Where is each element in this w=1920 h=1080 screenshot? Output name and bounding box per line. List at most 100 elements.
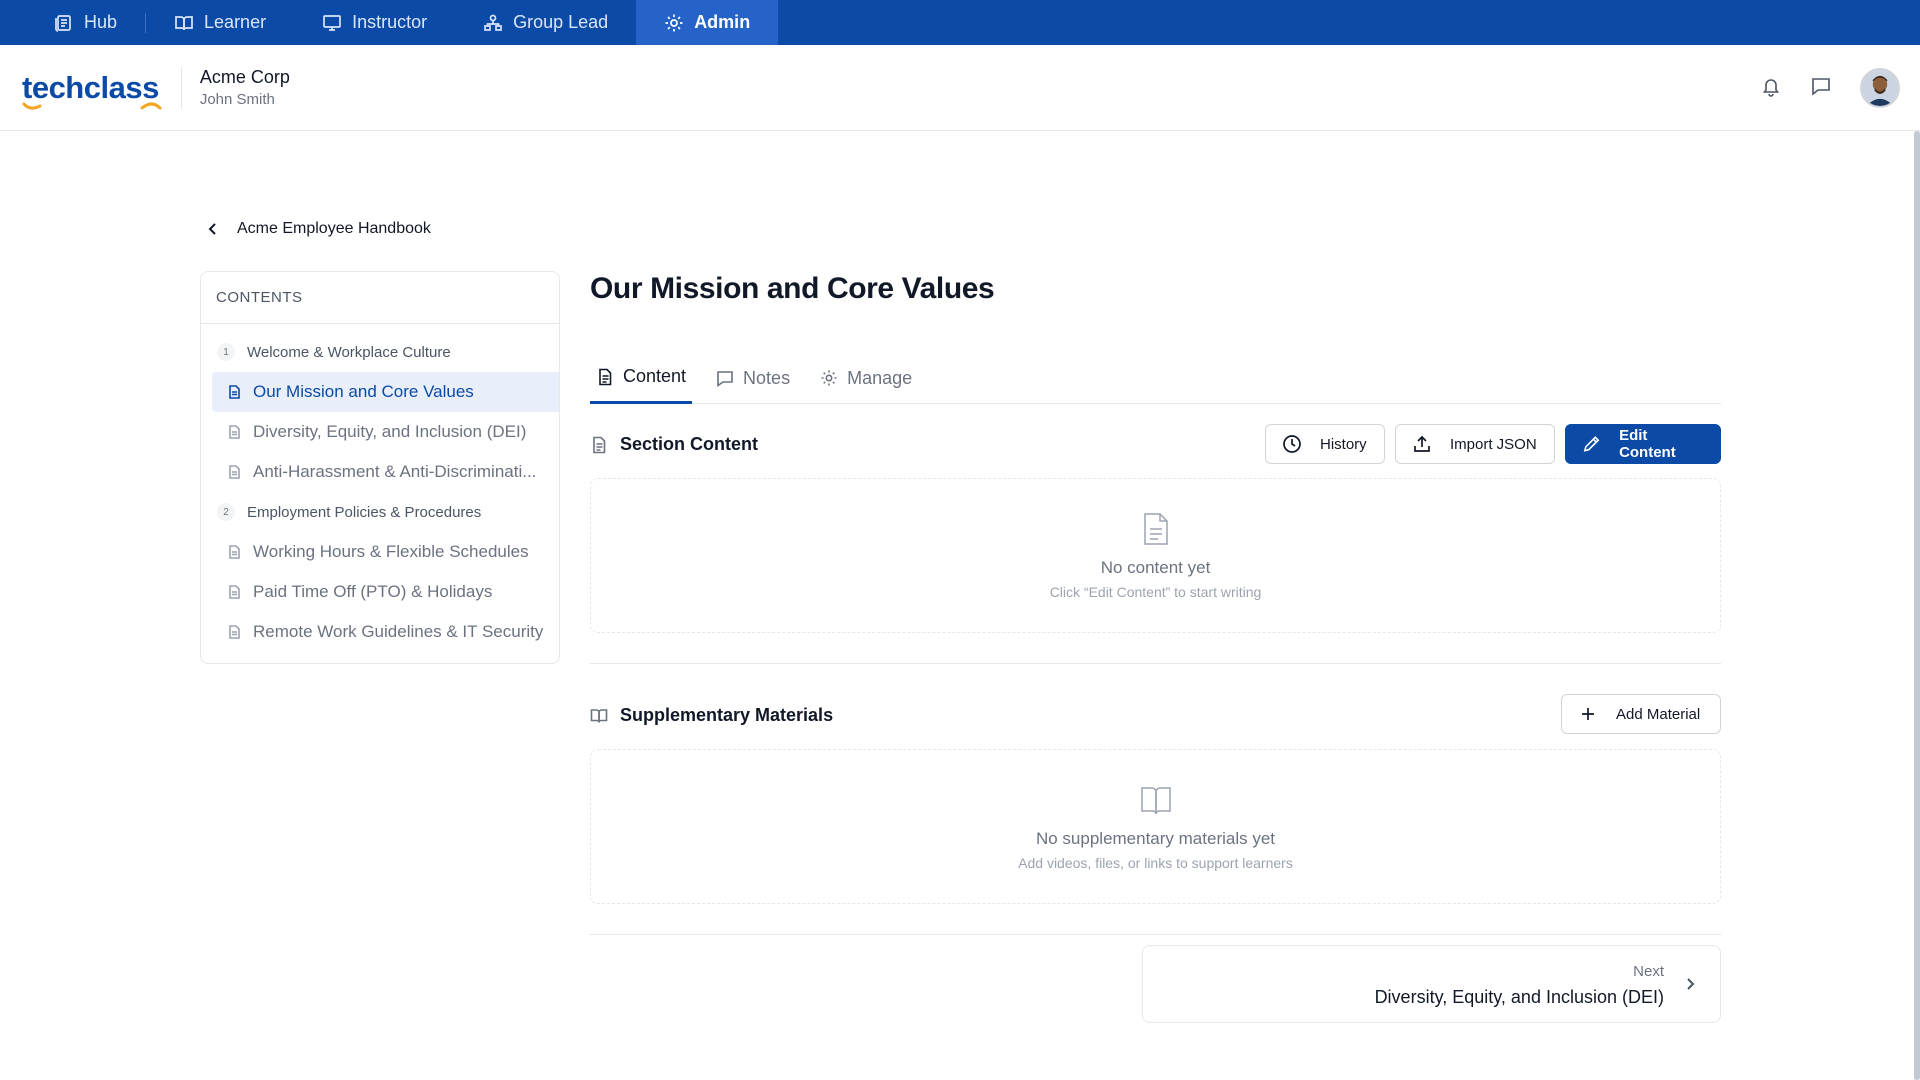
role-label: Group Lead xyxy=(513,12,609,32)
header-divider xyxy=(180,66,182,109)
toc-section-2[interactable]: 2 Employment Policies & Procedures xyxy=(201,492,559,532)
role-label: Learner xyxy=(204,12,267,32)
techclass-logo[interactable]: techclass xyxy=(22,70,162,110)
chevron-right-icon xyxy=(1687,978,1695,990)
document-icon xyxy=(229,545,240,559)
chevron-left-icon xyxy=(208,223,216,235)
app-header: techclass Acme Corp John Smith xyxy=(0,45,1920,131)
role-switcher-bar: Hub Learner Instructor Group Lead Admin xyxy=(0,0,1920,45)
section-divider xyxy=(590,663,1721,664)
toc-item-label: Anti-Harassment & Anti-Discriminati... xyxy=(253,462,537,481)
gear-icon xyxy=(665,14,683,31)
tab-manage[interactable]: Manage xyxy=(814,352,918,404)
import-json-button[interactable]: Import JSON xyxy=(1395,424,1555,464)
tab-label: Content xyxy=(623,366,687,386)
chat-icon xyxy=(1812,77,1830,96)
book-icon xyxy=(1140,786,1171,814)
toc-item-label: Remote Work Guidelines & IT Security xyxy=(253,622,544,641)
add-material-button[interactable]: Add Material xyxy=(1561,694,1721,734)
supplementary-heading: Supplementary Materials xyxy=(590,705,833,726)
role-tab-admin[interactable]: Admin xyxy=(636,0,779,45)
logo-swoosh xyxy=(22,102,162,110)
book-icon xyxy=(590,708,608,723)
toc-item-working-hours[interactable]: Working Hours & Flexible Schedules xyxy=(201,532,559,572)
clock-icon xyxy=(1283,435,1301,453)
book-icon xyxy=(175,15,193,30)
role-label: Admin xyxy=(694,12,751,32)
user-name: John Smith xyxy=(199,91,275,108)
document-icon xyxy=(599,368,612,385)
toc-item-label: Diversity, Equity, and Inclusion (DEI) xyxy=(253,422,527,441)
notifications-button[interactable] xyxy=(1760,75,1782,102)
pencil-icon xyxy=(1583,436,1600,452)
edit-content-button[interactable]: Edit Content xyxy=(1565,424,1721,464)
button-label: Edit Content xyxy=(1619,427,1676,461)
toc-item-remote-work[interactable]: Remote Work Guidelines & IT Security xyxy=(201,612,559,652)
empty-hint: Click “Edit Content” to start writing xyxy=(1049,583,1262,600)
next-section-card[interactable]: Next Diversity, Equity, and Inclusion (D… xyxy=(1142,945,1721,1023)
bell-icon xyxy=(1762,78,1780,97)
breadcrumb-label: Acme Employee Handbook xyxy=(237,220,431,237)
scrollbar-thumb[interactable] xyxy=(1914,131,1920,1080)
toc-item-label: Our Mission and Core Values xyxy=(253,382,474,401)
toc-item-anti-harassment[interactable]: Anti-Harassment & Anti-Discriminati... xyxy=(201,452,559,492)
breadcrumb[interactable]: Acme Employee Handbook xyxy=(205,220,431,238)
toc-item-label: Paid Time Off (PTO) & Holidays xyxy=(253,582,493,601)
tab-notes[interactable]: Notes xyxy=(710,352,796,404)
document-icon xyxy=(229,465,240,479)
document-icon xyxy=(229,425,240,439)
chevron-right-container xyxy=(1682,976,1698,997)
button-label: Import JSON xyxy=(1450,435,1537,453)
history-button[interactable]: History xyxy=(1265,424,1385,464)
plus-icon xyxy=(1582,708,1594,720)
toc-item-dei[interactable]: Diversity, Equity, and Inclusion (DEI) xyxy=(201,412,559,452)
toc-item-label: Working Hours & Flexible Schedules xyxy=(253,542,529,561)
role-tab-learner[interactable]: Learner xyxy=(146,0,294,45)
role-tab-instructor[interactable]: Instructor xyxy=(294,0,455,45)
role-tab-hub[interactable]: Hub xyxy=(26,0,145,45)
role-label: Instructor xyxy=(352,12,428,32)
next-title: Diversity, Equity, and Inclusion (DEI) xyxy=(1374,987,1664,1007)
toc-item-pto[interactable]: Paid Time Off (PTO) & Holidays xyxy=(201,572,559,612)
document-icon xyxy=(229,385,240,399)
section-title: Employment Policies & Procedures xyxy=(247,503,482,521)
document-icon xyxy=(229,585,240,599)
org-info: Acme Corp John Smith xyxy=(200,67,290,108)
contents-sidebar: CONTENTS 1 Welcome & Workplace Culture O… xyxy=(200,271,560,664)
page-scrollbar[interactable] xyxy=(1914,131,1920,1080)
supplementary-empty-state: No supplementary materials yet Add video… xyxy=(590,749,1721,904)
tab-label: Notes xyxy=(743,367,791,388)
messages-button[interactable] xyxy=(1810,75,1832,102)
page-title: Our Mission and Core Values xyxy=(590,272,995,305)
presentation-icon xyxy=(323,14,341,31)
section-number: 1 xyxy=(217,343,235,361)
empty-title: No content yet xyxy=(1100,557,1211,577)
tab-label: Manage xyxy=(847,367,913,388)
role-tab-group-lead[interactable]: Group Lead xyxy=(455,0,636,45)
section-heading-label: Section Content xyxy=(620,434,758,454)
upload-icon xyxy=(1414,435,1430,452)
section-number: 2 xyxy=(217,503,235,521)
section-heading-label: Supplementary Materials xyxy=(620,705,834,725)
next-label: Next xyxy=(1633,963,1664,980)
document-icon xyxy=(593,436,606,453)
button-label: Add Material xyxy=(1616,705,1701,723)
section-divider xyxy=(590,934,1721,935)
toc-list: 1 Welcome & Workplace Culture Our Missio… xyxy=(201,324,559,652)
role-label: Hub xyxy=(84,12,118,32)
contents-heading: CONTENTS xyxy=(201,272,559,324)
header-actions xyxy=(1760,45,1900,131)
button-label: History xyxy=(1320,435,1367,453)
document-icon xyxy=(229,625,240,639)
tab-content[interactable]: Content xyxy=(590,352,693,404)
hub-icon xyxy=(55,14,71,32)
section-title: Welcome & Workplace Culture xyxy=(247,343,451,361)
avatar[interactable] xyxy=(1860,68,1900,108)
comment-icon xyxy=(717,371,733,387)
section-content-empty-state: No content yet Click “Edit Content” to s… xyxy=(590,478,1721,633)
group-icon xyxy=(484,14,502,31)
toc-section-1[interactable]: 1 Welcome & Workplace Culture xyxy=(201,332,559,372)
section-content-heading: Section Content xyxy=(590,434,758,455)
toc-item-mission[interactable]: Our Mission and Core Values xyxy=(212,372,559,412)
gear-icon xyxy=(821,370,837,386)
